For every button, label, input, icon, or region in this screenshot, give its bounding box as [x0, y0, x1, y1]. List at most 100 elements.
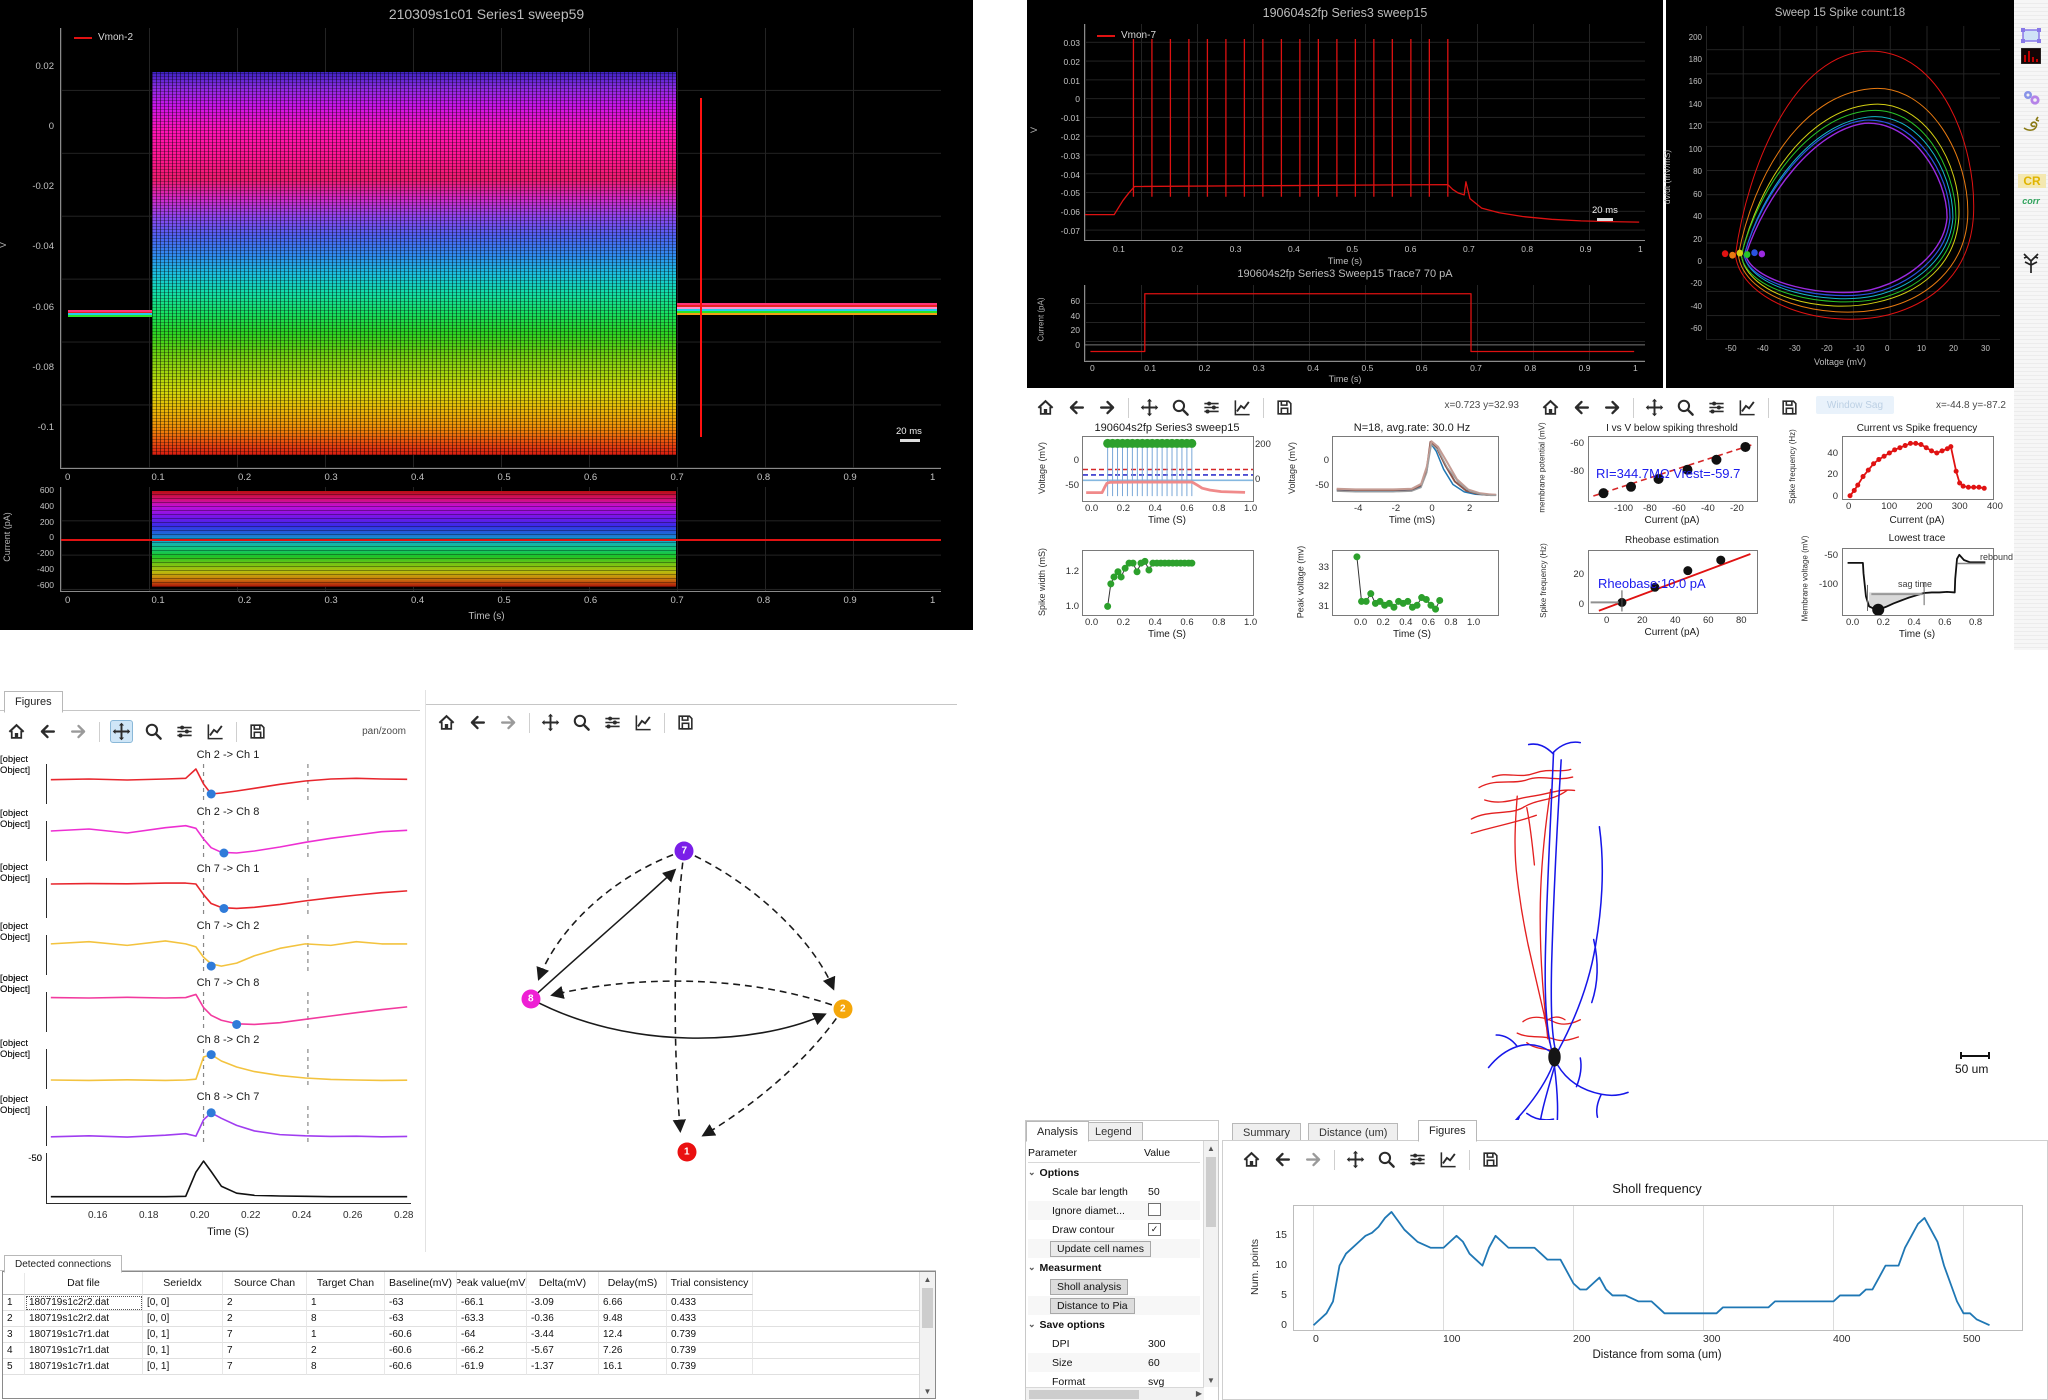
- home-icon[interactable]: [1540, 397, 1561, 418]
- param-ignore-diameter[interactable]: Ignore diamet...: [1028, 1201, 1200, 1220]
- settings-gears-icon[interactable]: [2018, 88, 2044, 106]
- cell-consistency[interactable]: 0.433: [667, 1311, 753, 1327]
- group-save-options[interactable]: ⌄ Save options: [1028, 1315, 1200, 1334]
- cell-serieidx[interactable]: [0, 1]: [143, 1343, 223, 1359]
- cell-baseline[interactable]: -63: [385, 1295, 457, 1311]
- param-col-header[interactable]: Parameter: [1028, 1147, 1144, 1159]
- cell-target-chan[interactable]: 1: [307, 1295, 385, 1311]
- checkbox-checked[interactable]: ✓: [1148, 1223, 1161, 1236]
- forward-icon[interactable]: [1602, 397, 1623, 418]
- cell-peak[interactable]: -66.1: [457, 1295, 527, 1311]
- trace-plot[interactable]: [46, 1106, 411, 1146]
- cell-serieidx[interactable]: [0, 1]: [143, 1327, 223, 1343]
- cell-target-chan[interactable]: 8: [307, 1359, 385, 1375]
- cell-consistency[interactable]: 0.433: [667, 1295, 753, 1311]
- cell-source-chan[interactable]: 7: [223, 1327, 307, 1343]
- trace-plot[interactable]: [46, 1049, 411, 1089]
- home-icon[interactable]: [1241, 1149, 1262, 1170]
- neuron-tool-icon[interactable]: [2018, 252, 2044, 274]
- scorpion-icon[interactable]: [2018, 114, 2044, 132]
- back-icon[interactable]: [37, 721, 58, 742]
- column-header[interactable]: Delta(mV): [527, 1272, 599, 1295]
- spike-width-subplot[interactable]: [1082, 550, 1254, 616]
- home-icon[interactable]: [6, 721, 27, 742]
- home-icon[interactable]: [1035, 397, 1056, 418]
- column-header[interactable]: Peak value(mV): [457, 1272, 527, 1295]
- graph-node[interactable]: 2: [833, 999, 853, 1018]
- scroll-up-icon[interactable]: ▲: [920, 1272, 935, 1286]
- param-scale-bar-length[interactable]: Scale bar length 50: [1028, 1182, 1200, 1201]
- cell-peak[interactable]: -61.9: [457, 1359, 527, 1375]
- current-plot[interactable]: [60, 487, 941, 592]
- subplots-icon[interactable]: [1407, 1149, 1428, 1170]
- save-icon[interactable]: [1779, 397, 1800, 418]
- cell-peak[interactable]: -64: [457, 1327, 527, 1343]
- save-icon[interactable]: [1274, 397, 1295, 418]
- back-icon[interactable]: [467, 712, 488, 733]
- zoom-icon[interactable]: [1170, 397, 1191, 418]
- table-scrollbar[interactable]: ▲ ▼: [919, 1272, 935, 1398]
- histogram-icon[interactable]: [2018, 48, 2044, 64]
- graph-node[interactable]: 8: [521, 989, 541, 1009]
- column-header[interactable]: SerieIdx: [143, 1272, 223, 1295]
- cell-target-chan[interactable]: 2: [307, 1343, 385, 1359]
- table-row[interactable]: 1 180719s1c2r2.dat [0, 0] 2 1 -63 -66.1 …: [3, 1295, 935, 1311]
- cell-target-chan[interactable]: 1: [307, 1327, 385, 1343]
- column-header[interactable]: Baseline(mV): [385, 1272, 457, 1295]
- cell-delta[interactable]: -5.67: [527, 1343, 599, 1359]
- cell-peak[interactable]: -63.3: [457, 1311, 527, 1327]
- cell-serieidx[interactable]: [0, 1]: [143, 1359, 223, 1375]
- voltage-plot[interactable]: [1084, 24, 1645, 241]
- cell-target-chan[interactable]: 8: [307, 1311, 385, 1327]
- trace-plot[interactable]: [46, 935, 411, 975]
- param-size[interactable]: Size 60: [1028, 1353, 1200, 1372]
- cell-serieidx[interactable]: [0, 0]: [143, 1295, 223, 1311]
- cell-baseline[interactable]: -63: [385, 1311, 457, 1327]
- tab-summary[interactable]: Summary: [1232, 1123, 1302, 1141]
- save-icon[interactable]: [675, 712, 696, 733]
- column-header[interactable]: Target Chan: [307, 1272, 385, 1295]
- phase-plot[interactable]: [1706, 26, 2000, 340]
- cell-delay[interactable]: 16.1: [599, 1359, 667, 1375]
- subplots-icon[interactable]: [1706, 397, 1727, 418]
- roi-select-icon[interactable]: [2018, 28, 2044, 43]
- scroll-thumb[interactable]: [1206, 1157, 1216, 1227]
- group-options[interactable]: ⌄ Options: [1028, 1163, 1200, 1182]
- avg-spike-subplot[interactable]: [1332, 436, 1499, 502]
- cell-dat-file[interactable]: 180719s1c2r2.dat: [25, 1311, 143, 1327]
- customize-icon[interactable]: [1232, 397, 1253, 418]
- voltage-plot[interactable]: [60, 28, 941, 469]
- tab-detected-connections[interactable]: Detected connections: [4, 1255, 123, 1273]
- trace-plot[interactable]: [46, 1153, 411, 1204]
- tab-distance-um[interactable]: Distance (um): [1308, 1123, 1399, 1141]
- current-plot[interactable]: [1084, 285, 1645, 362]
- save-icon[interactable]: [247, 721, 268, 742]
- column-header[interactable]: Delay(mS): [599, 1272, 667, 1295]
- pan-icon[interactable]: [540, 712, 561, 733]
- cell-delay[interactable]: 6.66: [599, 1295, 667, 1311]
- cell-consistency[interactable]: 0.739: [667, 1343, 753, 1359]
- column-header[interactable]: Trial consistency: [667, 1272, 753, 1295]
- sweep-subplot[interactable]: [1082, 436, 1254, 502]
- table-row[interactable]: 2 180719s1c2r2.dat [0, 0] 2 8 -63 -63.3 …: [3, 1311, 935, 1327]
- zoom-icon[interactable]: [143, 721, 164, 742]
- trace-plot[interactable]: [46, 764, 411, 804]
- cell-dat-file[interactable]: 180719s1c7r1.dat: [25, 1327, 143, 1343]
- forward-icon[interactable]: [1097, 397, 1118, 418]
- cell-source-chan[interactable]: 2: [223, 1295, 307, 1311]
- trace-plot[interactable]: [46, 992, 411, 1032]
- forward-icon[interactable]: [68, 721, 89, 742]
- connectivity-graph[interactable]: 7 8 2 1: [431, 745, 951, 1245]
- save-icon[interactable]: [1480, 1149, 1501, 1170]
- subplots-icon[interactable]: [174, 721, 195, 742]
- subplots-icon[interactable]: [602, 712, 623, 733]
- pan-icon[interactable]: [110, 720, 133, 743]
- cell-source-chan[interactable]: 2: [223, 1311, 307, 1327]
- forward-icon[interactable]: [498, 712, 519, 733]
- column-header[interactable]: [3, 1272, 25, 1295]
- tab-figures[interactable]: Figures: [4, 691, 63, 713]
- graph-node[interactable]: 7: [674, 841, 694, 861]
- back-icon[interactable]: [1272, 1149, 1293, 1170]
- neuron-morphology-svg[interactable]: [1455, 735, 1675, 1165]
- cell-dat-file[interactable]: 180719s1c7r1.dat: [25, 1359, 143, 1375]
